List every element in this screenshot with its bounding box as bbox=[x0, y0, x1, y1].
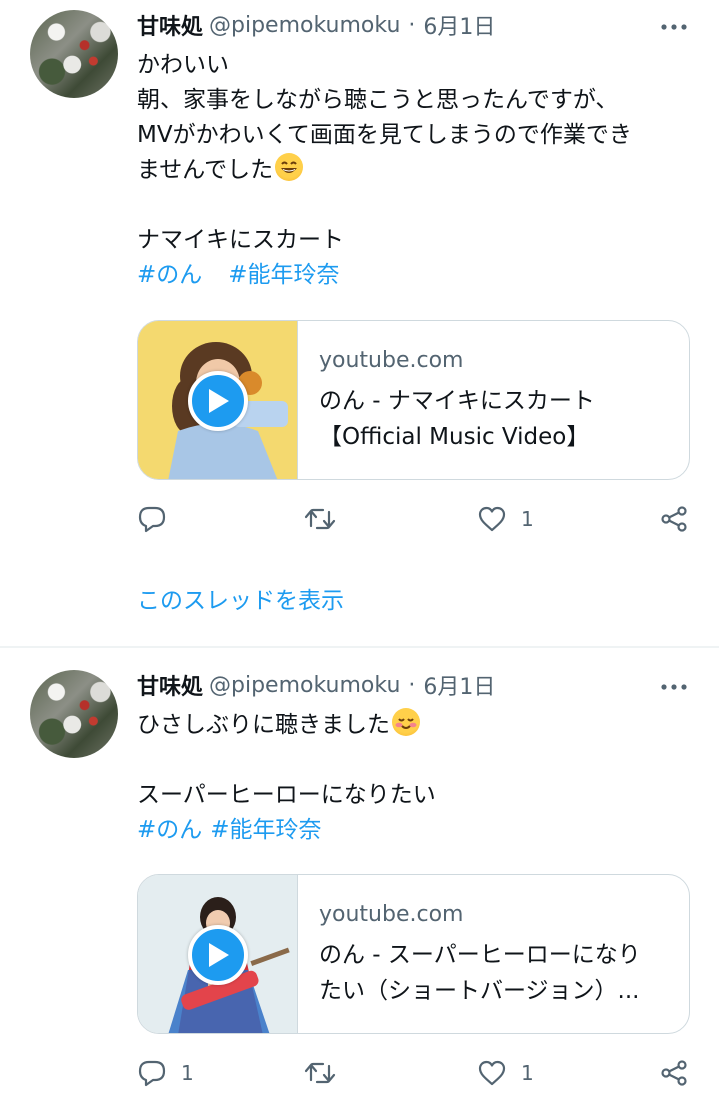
retweet-button[interactable] bbox=[303, 499, 351, 539]
more-options-icon[interactable] bbox=[657, 12, 691, 42]
like-button[interactable]: 1 bbox=[477, 499, 534, 539]
card-info[interactable]: youtube.com のん - スーパーヒーローになり たい（ショートバージョ… bbox=[298, 875, 689, 1033]
video-thumbnail[interactable] bbox=[138, 875, 298, 1033]
retweet-icon bbox=[304, 1062, 336, 1084]
share-button[interactable] bbox=[659, 1053, 689, 1093]
card-domain: youtube.com bbox=[319, 902, 464, 927]
retweet-icon bbox=[304, 508, 336, 530]
share-icon bbox=[661, 1060, 687, 1086]
song-title-line: ナマイキにスカート bbox=[137, 227, 344, 253]
card-title-line: のん - ナマイキにスカート bbox=[319, 388, 595, 414]
play-button[interactable] bbox=[188, 371, 248, 431]
card-title-line: たい（ショートバージョン）... bbox=[319, 978, 640, 1004]
grinning-face-emoji-icon bbox=[275, 153, 304, 181]
song-title-line: スーパーヒーローになりたい bbox=[137, 782, 436, 808]
hashtag-link[interactable]: #能年玲奈 bbox=[228, 262, 339, 288]
reply-count: 1 bbox=[181, 1061, 194, 1085]
text-line: ひさしぶりに聴きました bbox=[137, 708, 697, 743]
play-icon bbox=[209, 943, 229, 967]
tweet-actions: 1 1 bbox=[137, 1053, 697, 1093]
hashtag-row: #のん #能年玲奈 bbox=[137, 258, 697, 293]
tweet-header: 甘味処 @pipemokumoku · 6月1日 bbox=[137, 8, 495, 42]
card-domain: youtube.com bbox=[319, 348, 464, 373]
more-options-icon[interactable] bbox=[657, 672, 691, 702]
separator-dot: · bbox=[408, 12, 416, 38]
handle[interactable]: @pipemokumoku bbox=[209, 673, 400, 698]
tweet-text: ひさしぶりに聴きました スーパーヒーローになりたい #のん #能年玲奈 bbox=[137, 708, 697, 848]
play-icon bbox=[209, 389, 229, 413]
tweet-actions: 1 bbox=[137, 499, 697, 539]
share-button[interactable] bbox=[659, 499, 689, 539]
heart-icon bbox=[478, 506, 506, 532]
heart-icon bbox=[478, 1060, 506, 1086]
hashtag-row: #のん #能年玲奈 bbox=[137, 813, 697, 848]
play-button[interactable] bbox=[188, 925, 248, 985]
card-info[interactable]: youtube.com のん - ナマイキにスカート 【Official Mus… bbox=[298, 321, 689, 479]
reply-button[interactable] bbox=[137, 499, 181, 539]
reply-icon bbox=[138, 1060, 166, 1087]
text-line-content: ませんでした bbox=[137, 157, 274, 183]
show-thread-link[interactable]: このスレッドを表示 bbox=[137, 584, 344, 618]
smiling-face-with-blush-emoji-icon bbox=[392, 708, 420, 736]
link-preview-card[interactable]: youtube.com のん - スーパーヒーローになり たい（ショートバージョ… bbox=[137, 874, 690, 1034]
link-preview-card[interactable]: youtube.com のん - ナマイキにスカート 【Official Mus… bbox=[137, 320, 690, 480]
text-line: かわいい bbox=[137, 52, 229, 78]
reply-button[interactable]: 1 bbox=[137, 1053, 194, 1093]
tweet-date[interactable]: 6月1日 bbox=[423, 9, 495, 41]
handle[interactable]: @pipemokumoku bbox=[209, 13, 400, 38]
video-thumbnail[interactable] bbox=[138, 321, 298, 479]
card-title-line: のん - スーパーヒーローになり bbox=[319, 942, 641, 968]
hashtag-link[interactable]: #能年玲奈 bbox=[210, 817, 321, 843]
share-icon bbox=[661, 506, 687, 532]
text-line-content: ひさしぶりに聴きました bbox=[137, 712, 390, 738]
retweet-button[interactable] bbox=[303, 1053, 351, 1093]
like-count: 1 bbox=[521, 507, 534, 531]
text-line: ませんでした bbox=[137, 153, 697, 188]
like-button[interactable]: 1 bbox=[477, 1053, 534, 1093]
like-count: 1 bbox=[521, 1061, 534, 1085]
avatar[interactable] bbox=[30, 670, 118, 758]
card-title-line: 【Official Music Video】 bbox=[319, 424, 590, 450]
tweet[interactable]: 甘味処 @pipemokumoku · 6月1日 ひさしぶりに聴きました スーパ… bbox=[0, 648, 719, 1101]
tweet-date[interactable]: 6月1日 bbox=[423, 669, 495, 701]
hashtag-link[interactable]: #のん bbox=[137, 262, 202, 288]
text-line: 朝、家事をしながら聴こうと思ったんですが、 bbox=[137, 87, 619, 113]
separator-dot: · bbox=[408, 672, 416, 698]
avatar[interactable] bbox=[30, 10, 118, 98]
tweet-text: かわいい 朝、家事をしながら聴こうと思ったんですが、 MVがかわいくて画面を見て… bbox=[137, 48, 697, 293]
display-name[interactable]: 甘味処 bbox=[137, 669, 203, 701]
hashtag-link[interactable]: #のん bbox=[137, 817, 202, 843]
text-line: MVがかわいくて画面を見てしまうので作業でき bbox=[137, 122, 632, 148]
display-name[interactable]: 甘味処 bbox=[137, 9, 203, 41]
tweet[interactable]: 甘味処 @pipemokumoku · 6月1日 かわいい 朝、家事をしながら聴… bbox=[0, 0, 719, 646]
reply-icon bbox=[138, 506, 166, 533]
tweet-header: 甘味処 @pipemokumoku · 6月1日 bbox=[137, 668, 495, 702]
